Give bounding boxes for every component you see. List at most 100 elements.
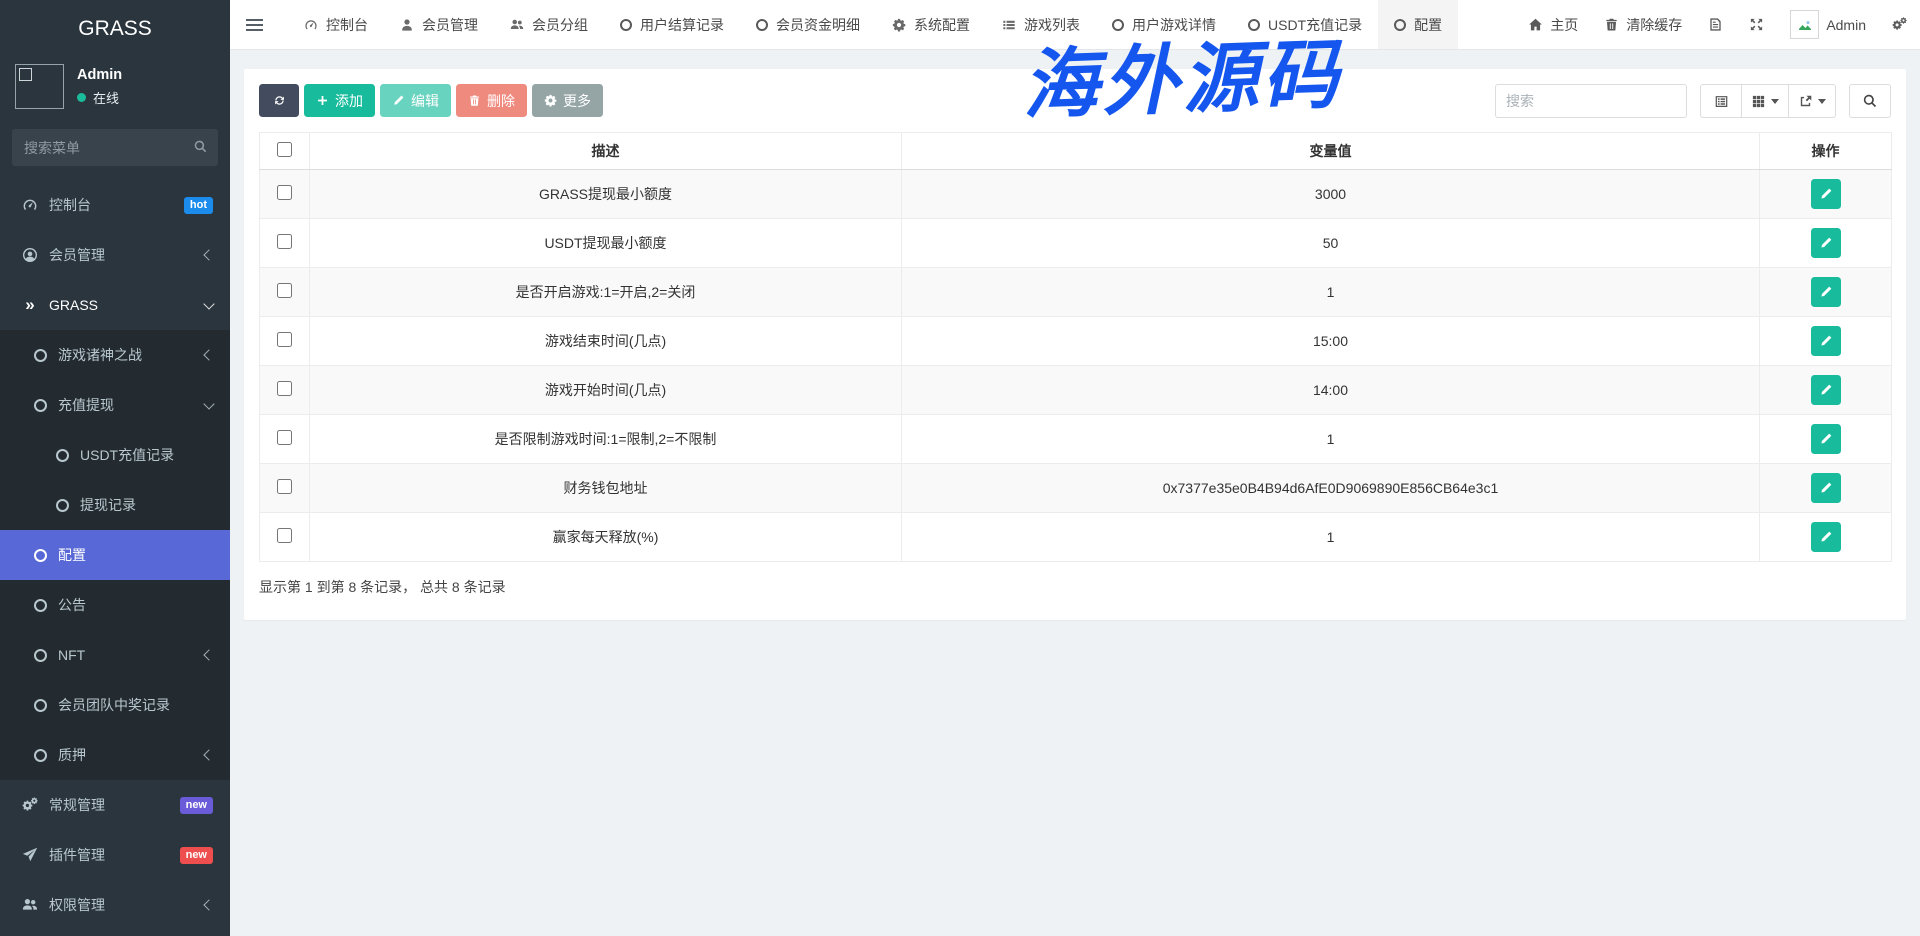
sidebar-item-dashboard[interactable]: 控制台 hot <box>0 180 230 230</box>
edit-row-button[interactable] <box>1811 473 1841 503</box>
checkbox-cell <box>260 366 310 415</box>
export-button[interactable] <box>1789 84 1836 118</box>
dashboard-icon <box>22 197 38 213</box>
settings-button[interactable] <box>1879 0 1920 49</box>
sidebar-item-announcement[interactable]: 公告 <box>0 580 230 630</box>
sidebar-item-config[interactable]: 配置 <box>0 530 230 580</box>
table-row: GRASS提现最小额度 3000 <box>260 170 1892 219</box>
tab-member-funds-detail[interactable]: 会员资金明细 <box>740 0 876 49</box>
row-checkbox[interactable] <box>277 381 292 396</box>
view-button-group <box>1700 84 1836 118</box>
plus-icon <box>316 94 329 107</box>
edit-row-button[interactable] <box>1811 228 1841 258</box>
edit-row-button[interactable] <box>1811 179 1841 209</box>
tab-label: 控制台 <box>326 15 368 35</box>
tab-game-list[interactable]: 游戏列表 <box>986 0 1096 49</box>
edit-row-button[interactable] <box>1811 424 1841 454</box>
value-cell: 1 <box>902 415 1760 464</box>
clear-cache-link[interactable]: 清除缓存 <box>1591 0 1695 49</box>
sidebar-item-member-management[interactable]: 会员管理 <box>0 230 230 280</box>
row-checkbox[interactable] <box>277 234 292 249</box>
edit-row-button[interactable] <box>1811 522 1841 552</box>
language-button[interactable] <box>1695 0 1736 49</box>
row-checkbox[interactable] <box>277 332 292 347</box>
tab-system-config[interactable]: 系统配置 <box>876 0 986 49</box>
edit-row-button[interactable] <box>1811 277 1841 307</box>
chevron-down-icon <box>203 398 214 409</box>
tab-member-management[interactable]: 会员管理 <box>384 0 494 49</box>
value-cell: 50 <box>902 219 1760 268</box>
columns-button[interactable] <box>1742 84 1789 118</box>
fullscreen-button[interactable] <box>1736 0 1777 49</box>
tab-usdt-recharge-records[interactable]: USDT充值记录 <box>1232 0 1378 49</box>
detail-view-button[interactable] <box>1700 84 1742 118</box>
tab-user-settlement-records[interactable]: 用户结算记录 <box>604 0 740 49</box>
config-table: 描述 变量值 操作 GRASS提现最小额度 3000 USDT提现最小额度 <box>259 132 1892 562</box>
fullscreen-icon <box>1749 17 1764 32</box>
desc-cell: 赢家每天释放(%) <box>310 513 902 562</box>
select-all-checkbox[interactable] <box>277 142 292 157</box>
angle-double-right-icon: » <box>22 295 38 315</box>
sidebar-item-recharge-withdraw[interactable]: 充值提现 <box>0 380 230 430</box>
delete-button[interactable]: 删除 <box>456 84 527 117</box>
tab-user-game-detail[interactable]: 用户游戏详情 <box>1096 0 1232 49</box>
tab-label: 会员管理 <box>422 15 478 35</box>
columns-grid-icon <box>1751 94 1766 109</box>
new-badge: new <box>180 847 213 864</box>
value-cell: 1 <box>902 268 1760 317</box>
sidebar-item-label: 常规管理 <box>49 795 169 815</box>
tab-member-group[interactable]: 会员分组 <box>494 0 604 49</box>
cogs-icon <box>1892 17 1907 32</box>
sidebar-item-team-prize-records[interactable]: 会员团队中奖记录 <box>0 680 230 730</box>
column-header-desc: 描述 <box>310 133 902 170</box>
pagination-info: 显示第 1 到第 8 条记录， 总共 8 条记录 <box>259 577 1891 597</box>
search-button[interactable] <box>1849 84 1891 118</box>
sidebar-item-auth-management[interactable]: 权限管理 <box>0 880 230 930</box>
circle-icon <box>34 599 47 612</box>
table-search-input[interactable] <box>1495 84 1687 118</box>
search-icon <box>193 139 208 154</box>
row-checkbox[interactable] <box>277 283 292 298</box>
user-icon <box>400 18 414 32</box>
sidebar-item-general-management[interactable]: 常规管理 new <box>0 780 230 830</box>
sidebar-item-withdraw-records[interactable]: 提现记录 <box>0 480 230 530</box>
user-circle-icon <box>22 247 38 263</box>
row-checkbox[interactable] <box>277 185 292 200</box>
value-cell: 15:00 <box>902 317 1760 366</box>
value-cell: 14:00 <box>902 366 1760 415</box>
tab-dashboard[interactable]: 控制台 <box>288 0 384 49</box>
tab-config[interactable]: 配置 <box>1378 0 1458 49</box>
checkbox-cell <box>260 513 310 562</box>
pencil-icon <box>1819 187 1833 201</box>
sidebar-item-game-gods-war[interactable]: 游戏诸神之战 <box>0 330 230 380</box>
home-link[interactable]: 主页 <box>1515 0 1591 49</box>
refresh-button[interactable] <box>259 84 299 117</box>
more-button[interactable]: 更多 <box>532 84 603 117</box>
edit-button[interactable]: 编辑 <box>380 84 451 117</box>
table-row: 是否开启游戏:1=开启,2=关闭 1 <box>260 268 1892 317</box>
users-icon <box>22 897 38 913</box>
pencil-icon <box>1819 530 1833 544</box>
export-icon <box>1798 94 1813 109</box>
sidebar-item-usdt-recharge-records[interactable]: USDT充值记录 <box>0 430 230 480</box>
sidebar-item-grass[interactable]: » GRASS <box>0 280 230 330</box>
sidebar-item-pledge[interactable]: 质押 <box>0 730 230 780</box>
menu-search-input[interactable] <box>12 129 218 166</box>
sidebar-item-plugin-management[interactable]: 插件管理 new <box>0 830 230 880</box>
pencil-icon <box>1819 334 1833 348</box>
sidebar-item-label: 公告 <box>58 595 213 615</box>
circle-icon <box>34 649 47 662</box>
tab-label: 会员分组 <box>532 15 588 35</box>
sidebar-toggle-button[interactable] <box>230 0 278 49</box>
edit-row-button[interactable] <box>1811 375 1841 405</box>
sidebar-item-nft[interactable]: NFT <box>0 630 230 680</box>
circle-icon <box>620 19 632 31</box>
tab-label: 用户游戏详情 <box>1132 15 1216 35</box>
admin-menu[interactable]: Admin <box>1777 0 1879 49</box>
row-checkbox[interactable] <box>277 430 292 445</box>
row-checkbox[interactable] <box>277 528 292 543</box>
edit-row-button[interactable] <box>1811 326 1841 356</box>
add-button[interactable]: 添加 <box>304 84 375 117</box>
row-checkbox[interactable] <box>277 479 292 494</box>
sidebar-item-label: 配置 <box>58 545 213 565</box>
